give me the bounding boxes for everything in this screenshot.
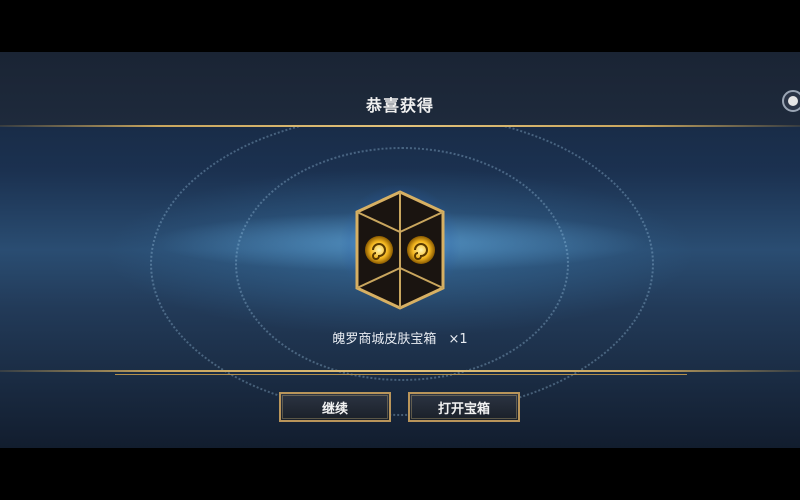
page-title: 恭喜获得 bbox=[365, 96, 434, 115]
reward-name: 魄罗商城皮肤宝箱 bbox=[332, 332, 437, 347]
letterbox-bottom bbox=[0, 448, 800, 500]
continue-button[interactable]: 继续 bbox=[279, 392, 391, 422]
treasure-chest-icon bbox=[355, 190, 445, 310]
footer-divider-inner bbox=[115, 374, 687, 375]
letterbox-top bbox=[0, 0, 800, 52]
open-chest-button[interactable]: 打开宝箱 bbox=[408, 392, 520, 422]
footer-divider bbox=[0, 370, 800, 372]
reward-label: 魄罗商城皮肤宝箱 ×1 bbox=[0, 328, 800, 347]
reward-quantity: ×1 bbox=[448, 332, 468, 347]
settings-dot-icon[interactable] bbox=[782, 90, 800, 112]
header-divider bbox=[0, 125, 800, 127]
